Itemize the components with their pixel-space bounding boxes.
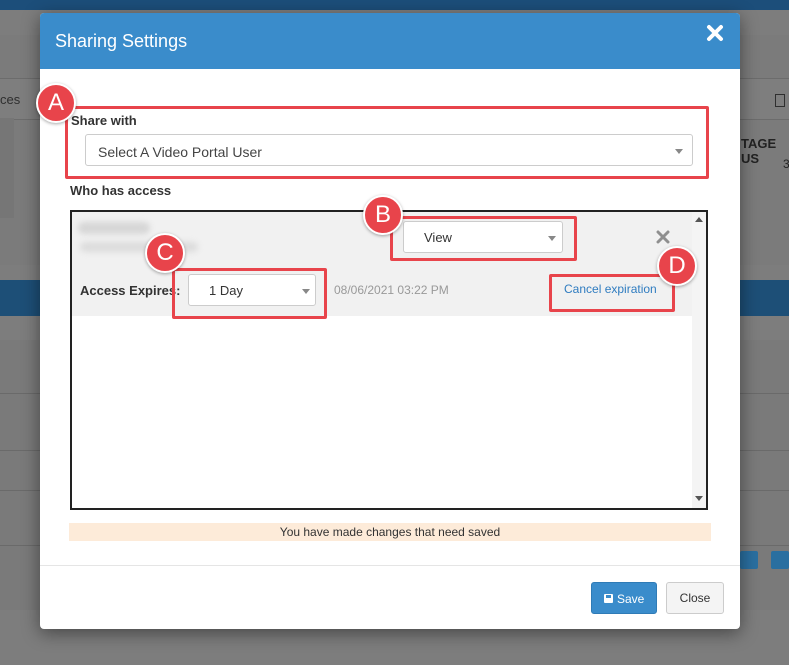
bg-share-button (771, 551, 789, 569)
close-icon[interactable] (706, 24, 726, 44)
modal-header: Sharing Settings (40, 13, 740, 69)
who-has-access-label: Who has access (70, 183, 172, 198)
remove-user-icon[interactable] (656, 230, 670, 244)
bg-action-button (740, 551, 758, 569)
bg-right-value: 3 (783, 157, 789, 171)
close-button[interactable]: Close (666, 582, 724, 614)
bg-right-heading: TAGE US (741, 136, 777, 166)
save-button[interactable]: Save (591, 582, 657, 614)
callout-box-b (390, 216, 577, 261)
callout-badge-b: B (363, 195, 403, 235)
footer-divider (40, 565, 740, 566)
callout-box-d (549, 274, 675, 312)
redacted-user-name (78, 222, 150, 234)
access-expires-label: Access Expires: (80, 283, 181, 298)
callout-box-a (65, 106, 709, 179)
scroll-up-icon[interactable] (695, 217, 703, 222)
callout-box-c (172, 268, 327, 319)
app-left-box (0, 118, 14, 218)
bg-left-text: ces (0, 92, 21, 107)
unsaved-changes-notice: You have made changes that need saved (69, 523, 711, 541)
callout-badge-d: D (657, 246, 697, 286)
document-icon (775, 94, 785, 107)
expiration-date: 08/06/2021 03:22 PM (334, 283, 449, 297)
callout-badge-c: C (145, 233, 185, 273)
modal-title: Sharing Settings (55, 31, 188, 51)
callout-badge-a: A (36, 83, 76, 123)
app-top-bar (0, 0, 789, 10)
scroll-down-icon[interactable] (695, 496, 703, 501)
save-button-label: Save (617, 592, 645, 606)
floppy-disk-icon (604, 594, 613, 603)
